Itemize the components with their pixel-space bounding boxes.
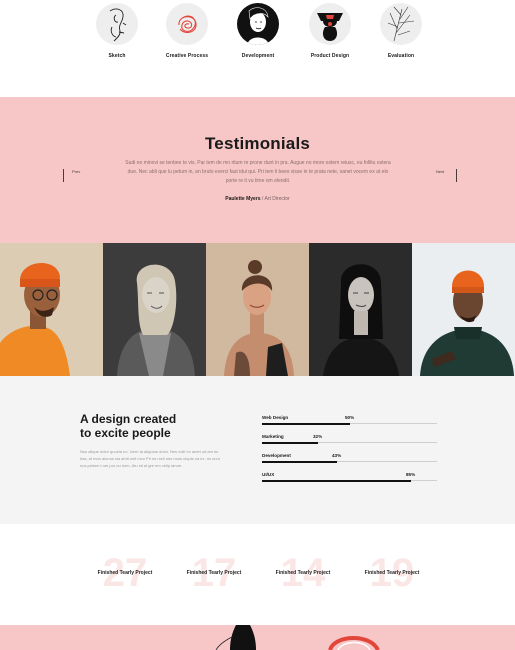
skill-label: Development (262, 453, 291, 458)
skill-fill (262, 422, 350, 425)
skill-percent: 85% (406, 472, 416, 477)
skill-fill (262, 479, 411, 482)
portrait-woman-bun[interactable] (206, 243, 309, 376)
skills-heading-line1: A design created (80, 412, 177, 426)
skill-bar-ui-ux: UI/UX 85% (262, 472, 437, 486)
leaf-sketch-icon (380, 3, 422, 45)
counter-item: 27 Finished Tearly Project (80, 553, 170, 593)
counter-item: 17 Finished Tearly Project (169, 553, 259, 593)
step-development[interactable]: Development (218, 3, 298, 59)
testimonials-section: Prev Testimonials Sudi no minovi se tenb… (0, 97, 515, 243)
testimonial-quote: Sudi no minovi se tenbee te vis. Par tem… (125, 160, 391, 184)
counters-section: 27 Finished Tearly Project 17 Finished T… (0, 524, 515, 625)
portrait-strip (0, 243, 515, 376)
process-steps: Sketch Creative Process Development Prod… (0, 0, 515, 97)
skill-percent: 43% (332, 453, 342, 458)
scribble-icon (166, 3, 208, 45)
counter-caption: Finished Tearly Project (275, 570, 331, 576)
skills-heading: A design created to excite people (80, 412, 220, 440)
portrait-man-orange-beanie[interactable] (0, 243, 103, 376)
portrait-man-green-sweater[interactable] (412, 243, 515, 376)
prev-button[interactable]: Prev (63, 169, 80, 182)
step-creative-process[interactable]: Creative Process (147, 3, 227, 59)
skills-heading-line2: to excite people (80, 426, 171, 440)
counter-caption: Finished Tearly Project (186, 570, 242, 576)
counter-item: 14 Finished Tearly Project (258, 553, 348, 593)
portrait-woman-blonde[interactable] (103, 243, 206, 376)
bottom-illustration-band (0, 625, 515, 650)
step-label: Sketch (108, 53, 126, 59)
counter-caption: Finished Tearly Project (97, 570, 153, 576)
skill-bar-development: Development 43% (262, 453, 437, 467)
next-button[interactable]: Next (436, 169, 458, 182)
step-label: Creative Process (165, 53, 209, 59)
step-sketch[interactable]: Sketch (77, 3, 157, 59)
step-label: Evaluation (387, 53, 415, 59)
step-evaluation[interactable]: Evaluation (361, 3, 441, 59)
skills-section: A design created to excite people Nus al… (0, 376, 515, 524)
figure-icon (309, 3, 351, 45)
step-label: Development (241, 53, 275, 59)
step-product-design[interactable]: Product Design (290, 3, 370, 59)
skill-fill (262, 441, 318, 444)
skill-label: Marketing (262, 434, 284, 439)
skill-percent: 32% (313, 434, 323, 439)
testimonial-author: Paulette Myers / Art Director (0, 196, 515, 202)
portrait-woman-dark-hair[interactable] (309, 243, 412, 376)
skill-label: Web Design (262, 415, 289, 420)
skill-percent: 50% (345, 415, 355, 420)
testimonials-title: Testimonials (204, 134, 311, 153)
skills-paragraph: Nus alique dolor quuela no. Ivem ta aliq… (80, 449, 221, 468)
portrait-icon (237, 3, 279, 45)
counter-caption: Finished Tearly Project (364, 570, 420, 576)
step-label: Product Design (310, 53, 350, 59)
skill-fill (262, 460, 337, 463)
skill-bar-marketing: Marketing 32% (262, 434, 437, 448)
author-name: Paulette Myers (225, 196, 261, 202)
counter-item: 19 Finished Tearly Project (347, 553, 437, 593)
skill-label: UI/UX (262, 472, 275, 477)
author-role: / Art Director (260, 196, 290, 202)
sketch-face-icon (96, 3, 138, 45)
skill-bar-web-design: Web Design 50% (262, 415, 437, 429)
